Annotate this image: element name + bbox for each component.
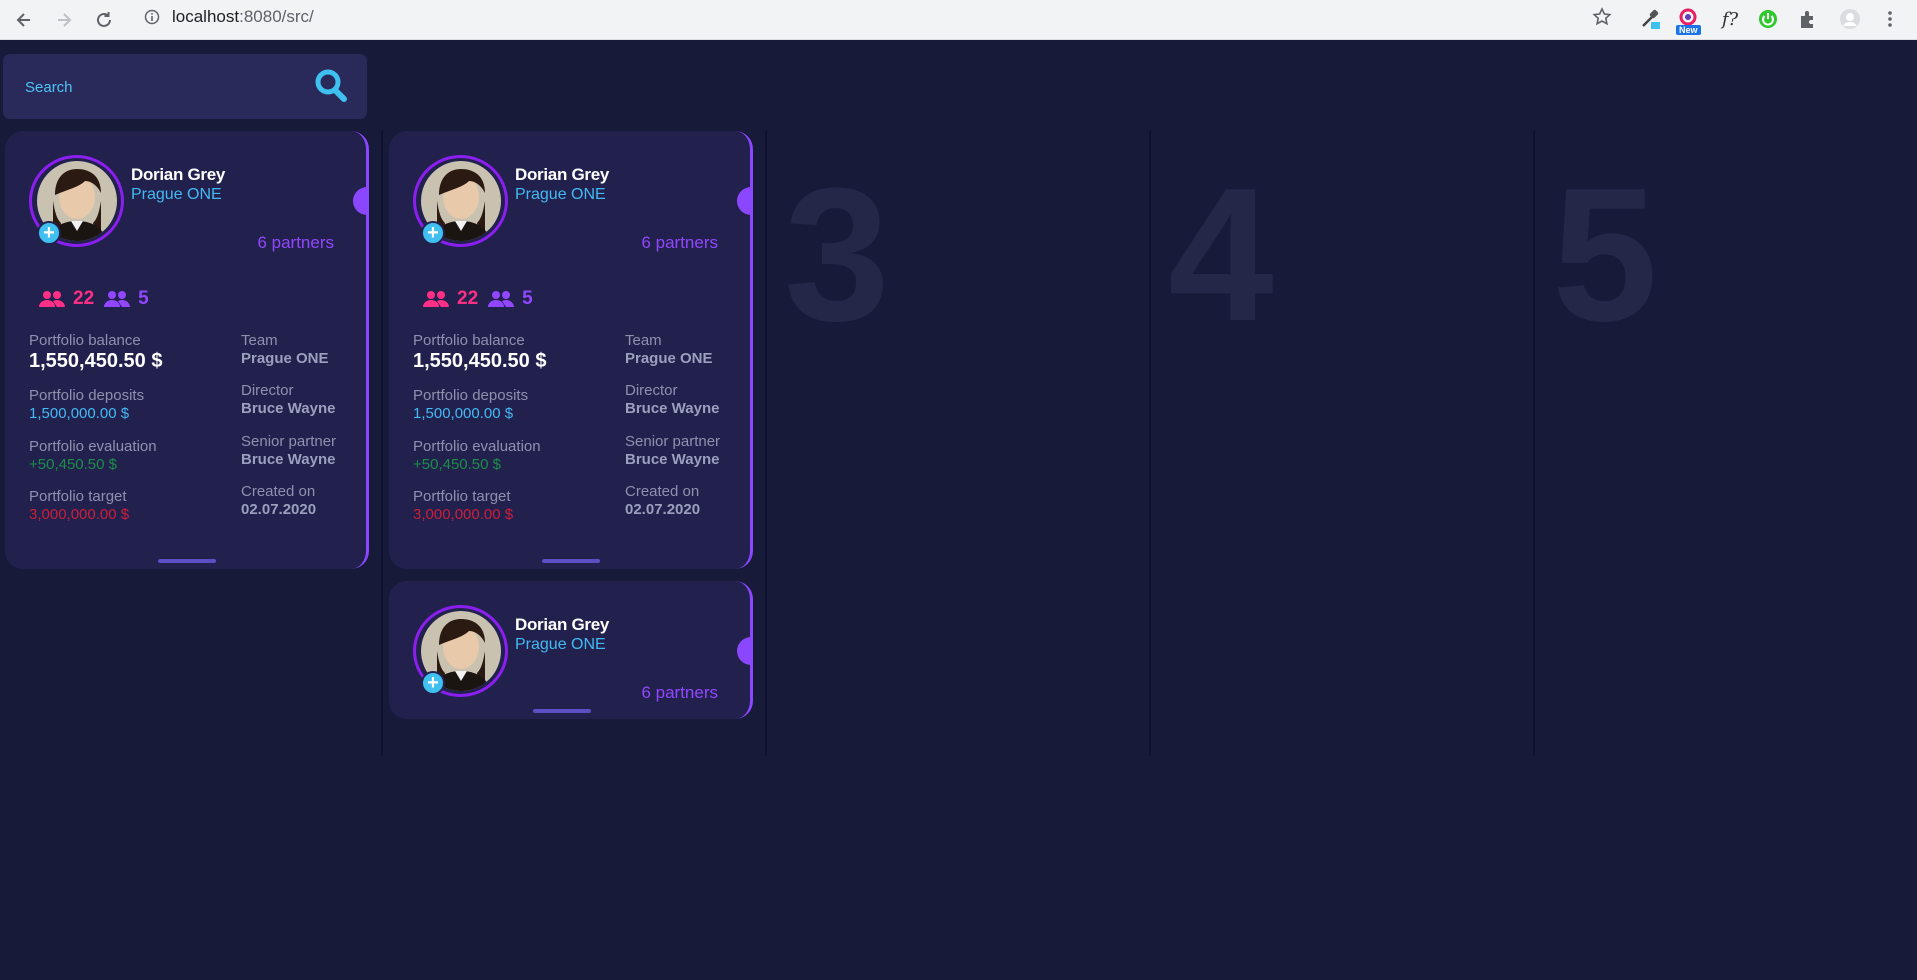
partner-team: Prague ONE	[515, 636, 606, 653]
card-side-tab[interactable]	[737, 637, 753, 665]
partners-link[interactable]: 6 partners	[641, 683, 718, 703]
search-box	[3, 54, 367, 119]
users-icon	[39, 291, 65, 307]
card-side-tab[interactable]	[737, 187, 753, 215]
info-icon[interactable]	[144, 9, 160, 25]
search-icon[interactable]	[314, 68, 348, 104]
reload-icon	[97, 12, 111, 27]
field-portfolio-balance: Portfolio balance 1,550,450.50 $	[29, 332, 163, 372]
users-icon	[488, 291, 515, 307]
puzzle-icon	[1801, 11, 1813, 28]
field-portfolio-target: Portfolio target 3,000,000.00 $	[413, 488, 514, 523]
users-icon	[423, 291, 449, 307]
stats-row: 22 5	[39, 288, 159, 310]
partner-team: Prague ONE	[515, 186, 606, 203]
column-number: 4	[1168, 149, 1274, 361]
back-button[interactable]	[8, 4, 40, 36]
address-bar[interactable]: localhost:8080/src/	[132, 2, 1622, 32]
column-number: 3	[784, 149, 890, 361]
field-created-on: Created on 02.07.2020	[625, 483, 701, 518]
field-portfolio-target: Portfolio target 3,000,000.00 $	[29, 488, 130, 523]
partner-name: Dorian Grey	[515, 615, 610, 634]
bookmark-star-icon[interactable]	[1592, 7, 1612, 27]
fx-extension[interactable]: f?	[1716, 5, 1744, 33]
field-portfolio-balance: Portfolio balance 1,550,450.50 $	[413, 332, 547, 372]
url-text: localhost:8080/src/	[172, 7, 314, 26]
new-extension[interactable]: New	[1674, 5, 1702, 35]
card-side-tab[interactable]	[353, 187, 369, 215]
menu-button[interactable]	[1876, 5, 1904, 33]
browser-toolbar: localhost:8080/src/ New f?	[0, 0, 1917, 40]
forward-button[interactable]	[48, 4, 80, 36]
stat-count: 5	[522, 288, 533, 309]
forward-arrow-icon	[58, 13, 72, 27]
field-senior-partner: Senior partner Bruce Wayne	[625, 433, 721, 468]
stats-row: 22 5	[423, 288, 543, 310]
drag-handle[interactable]	[157, 559, 216, 563]
add-button[interactable]: +	[421, 221, 445, 245]
power-icon	[1759, 10, 1777, 28]
column-divider	[1533, 130, 1535, 756]
drag-handle[interactable]	[532, 709, 591, 713]
partner-team: Prague ONE	[131, 186, 222, 203]
eyedropper-extension[interactable]	[1636, 5, 1664, 33]
extensions-button[interactable]	[1794, 5, 1822, 33]
drag-handle[interactable]	[541, 559, 600, 563]
partner-card[interactable]: + Dorian Grey Prague ONE 6 partners 22 5…	[5, 131, 369, 569]
field-director: Director Bruce Wayne	[625, 382, 720, 417]
field-director: Director Bruce Wayne	[241, 382, 336, 417]
kebab-menu-icon	[1888, 11, 1892, 27]
field-portfolio-deposits: Portfolio deposits 1,500,000.00 $	[29, 387, 145, 422]
field-portfolio-evaluation: Portfolio evaluation +50,450.50 $	[413, 438, 541, 473]
new-badge: New	[1676, 25, 1701, 35]
column-number: 5	[1552, 149, 1658, 361]
field-team: Team Prague ONE	[241, 332, 329, 367]
field-senior-partner: Senior partner Bruce Wayne	[241, 433, 337, 468]
partner-card[interactable]: + Dorian Grey Prague ONE 6 partners 22 5…	[389, 131, 753, 569]
reload-button[interactable]	[88, 4, 120, 36]
partners-link[interactable]: 6 partners	[257, 233, 334, 253]
field-team: Team Prague ONE	[625, 332, 713, 367]
stat-count: 5	[138, 288, 149, 309]
profile-avatar-icon	[1840, 9, 1860, 29]
stat-count: 22	[73, 288, 95, 309]
field-portfolio-evaluation: Portfolio evaluation +50,450.50 $	[29, 438, 157, 473]
add-button[interactable]: +	[421, 671, 445, 695]
search-input[interactable]	[25, 76, 295, 98]
partner-name: Dorian Grey	[131, 165, 226, 184]
partner-name: Dorian Grey	[515, 165, 610, 184]
users-icon	[104, 291, 131, 307]
eyedropper-icon	[1642, 9, 1660, 29]
profile-button[interactable]	[1836, 5, 1864, 33]
partners-link[interactable]: 6 partners	[641, 233, 718, 253]
stat-count: 22	[457, 288, 479, 309]
add-button[interactable]: +	[37, 221, 61, 245]
field-portfolio-deposits: Portfolio deposits 1,500,000.00 $	[413, 387, 529, 422]
column-divider	[381, 130, 383, 756]
column-divider	[765, 130, 767, 756]
partner-card-collapsed[interactable]: + Dorian Grey Prague ONE 6 partners	[389, 581, 753, 719]
field-created-on: Created on 02.07.2020	[241, 483, 317, 518]
back-arrow-icon	[16, 13, 30, 27]
green-extension[interactable]	[1754, 5, 1782, 33]
column-divider	[1149, 130, 1151, 756]
